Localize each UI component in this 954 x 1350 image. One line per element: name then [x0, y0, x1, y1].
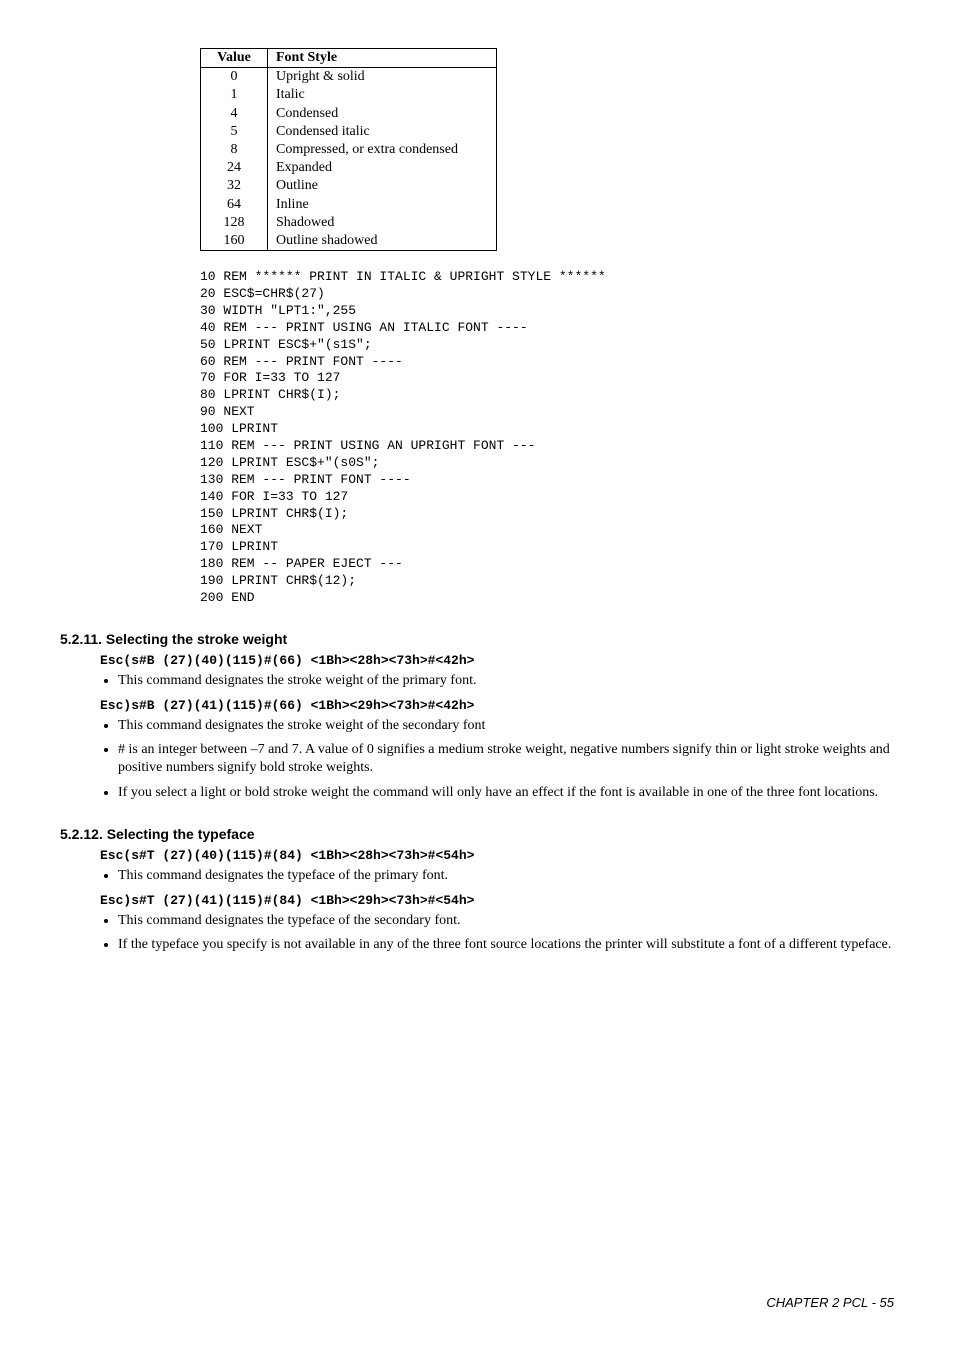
- cell-style: Inline: [268, 196, 497, 214]
- table-row: 160Outline shadowed: [201, 232, 497, 251]
- table-row: 32Outline: [201, 177, 497, 195]
- table-row: 8Compressed, or extra condensed: [201, 141, 497, 159]
- bullet-item: If you select a light or bold stroke wei…: [118, 784, 894, 802]
- bullet-list: This command designates the stroke weigh…: [100, 717, 894, 802]
- cell-value: 64: [201, 196, 268, 214]
- cell-value: 1: [201, 86, 268, 104]
- bullet-item: This command designates the typeface of …: [118, 867, 894, 885]
- cell-value: 32: [201, 177, 268, 195]
- heading-stroke-weight: 5.2.11. Selecting the stroke weight: [60, 631, 894, 647]
- basic-code-listing: 10 REM ****** PRINT IN ITALIC & UPRIGHT …: [200, 269, 894, 607]
- bullet-item: This command designates the typeface of …: [118, 912, 894, 930]
- cell-value: 128: [201, 214, 268, 232]
- escape-command-secondary-typeface: Esc)s#T (27)(41)(115)#(84) <1Bh><29h><73…: [100, 893, 894, 908]
- bullet-item: This command designates the stroke weigh…: [118, 672, 894, 690]
- bullet-item: # is an integer between –7 and 7. A valu…: [118, 741, 894, 777]
- table-row: 0Upright & solid: [201, 68, 497, 87]
- table-header-font-style: Font Style: [268, 49, 497, 68]
- bullet-list: This command designates the typeface of …: [100, 912, 894, 954]
- cell-value: 0: [201, 68, 268, 87]
- font-style-table: Value Font Style 0Upright & solid 1Itali…: [200, 48, 497, 251]
- table-row: 128Shadowed: [201, 214, 497, 232]
- cell-style: Shadowed: [268, 214, 497, 232]
- escape-command-primary-stroke: Esc(s#B (27)(40)(115)#(66) <1Bh><28h><73…: [100, 653, 894, 668]
- table-header-value: Value: [201, 49, 268, 68]
- cell-value: 8: [201, 141, 268, 159]
- cell-value: 4: [201, 105, 268, 123]
- cell-value: 24: [201, 159, 268, 177]
- table-row: 64Inline: [201, 196, 497, 214]
- cell-value: 160: [201, 232, 268, 251]
- table-row: 24Expanded: [201, 159, 497, 177]
- cell-style: Condensed: [268, 105, 497, 123]
- bullet-list: This command designates the stroke weigh…: [100, 672, 894, 690]
- cell-style: Condensed italic: [268, 123, 497, 141]
- escape-command-secondary-stroke: Esc)s#B (27)(41)(115)#(66) <1Bh><29h><73…: [100, 698, 894, 713]
- page-footer: CHAPTER 2 PCL - 55: [766, 1295, 894, 1310]
- table-row: 1Italic: [201, 86, 497, 104]
- cell-style: Outline: [268, 177, 497, 195]
- cell-style: Upright & solid: [268, 68, 497, 87]
- cell-style: Italic: [268, 86, 497, 104]
- escape-command-primary-typeface: Esc(s#T (27)(40)(115)#(84) <1Bh><28h><73…: [100, 848, 894, 863]
- cell-value: 5: [201, 123, 268, 141]
- cell-style: Outline shadowed: [268, 232, 497, 251]
- bullet-item: This command designates the stroke weigh…: [118, 717, 894, 735]
- cell-style: Compressed, or extra condensed: [268, 141, 497, 159]
- bullet-item: If the typeface you specify is not avail…: [118, 936, 894, 954]
- font-style-table-wrap: Value Font Style 0Upright & solid 1Itali…: [200, 48, 894, 251]
- bullet-list: This command designates the typeface of …: [100, 867, 894, 885]
- cell-style: Expanded: [268, 159, 497, 177]
- table-row: 5Condensed italic: [201, 123, 497, 141]
- heading-typeface: 5.2.12. Selecting the typeface: [60, 826, 894, 842]
- table-row: 4Condensed: [201, 105, 497, 123]
